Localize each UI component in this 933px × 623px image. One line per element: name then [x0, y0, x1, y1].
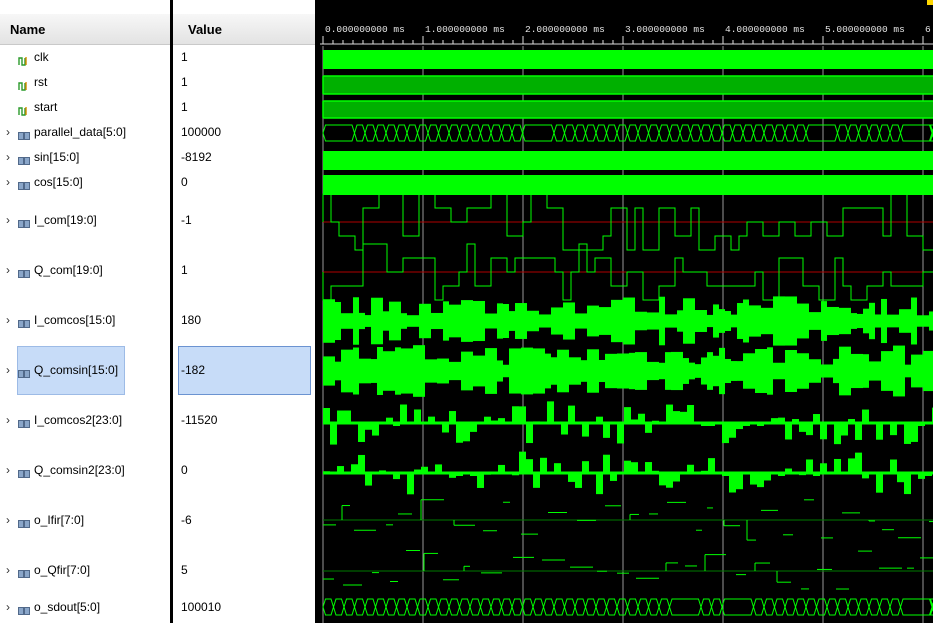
- signal-name: Q_comsin2[23:0]: [34, 463, 125, 477]
- signal-name: I_comcos[15:0]: [34, 313, 116, 327]
- signal-name: clk: [34, 50, 49, 64]
- expand-chevron-icon[interactable]: ›: [4, 147, 12, 167]
- time-ruler-label: 2.000000000 ms: [525, 24, 605, 35]
- signal-row-o-sdout-5-0[interactable]: › o_sdout[5:0]: [0, 597, 170, 617]
- bus-signal-icon: [18, 265, 30, 278]
- signal-row-rst[interactable]: rst: [0, 72, 170, 92]
- signal-name: sin[15:0]: [34, 150, 80, 164]
- signal-value-i-comcos2-23-0: -11520: [181, 413, 218, 427]
- signal-name: I_com[19:0]: [34, 213, 97, 227]
- signal-value-o-ifir-7-0: -6: [181, 513, 192, 527]
- signal-value-clk: 1: [181, 50, 188, 64]
- signal-name: I_comcos2[23:0]: [34, 413, 123, 427]
- expand-chevron-icon[interactable]: ›: [4, 122, 12, 142]
- signal-row-start[interactable]: start: [0, 97, 170, 117]
- signal-row-clk[interactable]: clk: [0, 47, 170, 67]
- expand-chevron-icon[interactable]: ›: [4, 597, 12, 617]
- time-ruler-label: 4.000000000 ms: [725, 24, 805, 35]
- bit-signal-icon: [18, 102, 30, 116]
- time-ruler-label: 5.000000000 ms: [825, 24, 905, 35]
- signal-value-sin-15-0: -8192: [181, 150, 212, 164]
- signal-row-cos-15-0[interactable]: › cos[15:0]: [0, 172, 170, 192]
- signal-value-q-com-19-0: 1: [181, 263, 188, 277]
- expand-chevron-icon[interactable]: ›: [4, 172, 12, 192]
- signal-value-start: 1: [181, 100, 188, 114]
- signal-value-cos-15-0: 0: [181, 175, 188, 189]
- signal-value-i-comcos-15-0: 180: [181, 313, 202, 327]
- expand-chevron-icon[interactable]: ›: [4, 410, 12, 430]
- signal-name: o_Ifir[7:0]: [34, 513, 85, 527]
- signal-value-parallel-data-5-0: 100000: [181, 125, 222, 139]
- signal-value-q-comsin-15-0: -182: [181, 363, 206, 377]
- bit-signal-icon: [18, 52, 30, 66]
- signal-row-q-comsin-15-0[interactable]: › Q_comsin[15:0]: [0, 360, 170, 380]
- time-ruler-label: 3.000000000 ms: [625, 24, 705, 35]
- signal-row-o-ifir-7-0[interactable]: › o_Ifir[7:0]: [0, 510, 170, 530]
- signal-row-parallel-data-5-0[interactable]: › parallel_data[5:0]: [0, 122, 170, 142]
- signal-name: Q_comsin[15:0]: [34, 363, 119, 377]
- value-column-header[interactable]: Value: [173, 14, 315, 45]
- expand-chevron-icon[interactable]: ›: [4, 310, 12, 330]
- time-ruler-label: 0.000000000 ms: [325, 24, 405, 35]
- signal-value-rst: 1: [181, 75, 188, 89]
- time-ruler-label: 6.: [925, 24, 933, 35]
- expand-chevron-icon[interactable]: ›: [4, 210, 12, 230]
- signal-row-i-comcos-15-0[interactable]: › I_comcos[15:0]: [0, 310, 170, 330]
- signal-row-q-comsin2-23-0[interactable]: › Q_comsin2[23:0]: [0, 460, 170, 480]
- signal-row-o-qfir-7-0[interactable]: › o_Qfir[7:0]: [0, 560, 170, 580]
- bus-signal-icon: [18, 365, 30, 378]
- waveform-traces: [322, 50, 933, 616]
- signal-row-i-com-19-0[interactable]: › I_com[19:0]: [0, 210, 170, 230]
- bus-signal-icon: [18, 315, 30, 328]
- bus-signal-icon: [18, 602, 30, 615]
- bus-signal-icon: [18, 215, 30, 228]
- signal-name: o_Qfir[7:0]: [34, 563, 91, 577]
- name-column-header[interactable]: Name: [0, 14, 170, 45]
- bus-signal-icon: [18, 415, 30, 428]
- bus-signal-icon: [18, 465, 30, 478]
- expand-chevron-icon[interactable]: ›: [4, 460, 12, 480]
- signal-name: cos[15:0]: [34, 175, 83, 189]
- expand-chevron-icon[interactable]: ›: [4, 360, 12, 380]
- signal-value-o-sdout-5-0: 100010: [181, 600, 222, 614]
- signal-name: rst: [34, 75, 48, 89]
- waveform-canvas[interactable]: 0.000000000 ms 1.000000000 ms 2.000000000 …: [320, 0, 933, 623]
- signal-row-q-com-19-0[interactable]: › Q_com[19:0]: [0, 260, 170, 280]
- signal-name: o_sdout[5:0]: [34, 600, 101, 614]
- cursor-marker[interactable]: [927, 0, 933, 5]
- bus-signal-icon: [18, 177, 30, 190]
- signal-value-i-com-19-0: -1: [181, 213, 192, 227]
- signal-name: parallel_data[5:0]: [34, 125, 127, 139]
- expand-chevron-icon[interactable]: ›: [4, 510, 12, 530]
- signal-name: start: [34, 100, 58, 114]
- time-ruler-label: 1.000000000 ms: [425, 24, 505, 35]
- signal-row-sin-15-0[interactable]: › sin[15:0]: [0, 147, 170, 167]
- bus-signal-icon: [18, 515, 30, 528]
- expand-chevron-icon[interactable]: ›: [4, 260, 12, 280]
- bus-signal-icon: [18, 565, 30, 578]
- signal-value-q-comsin2-23-0: 0: [181, 463, 188, 477]
- bit-signal-icon: [18, 77, 30, 91]
- signal-row-i-comcos2-23-0[interactable]: › I_comcos2[23:0]: [0, 410, 170, 430]
- expand-chevron-icon[interactable]: ›: [4, 560, 12, 580]
- name-panel: Name clk rst start › parallel_data[5:0] › sin[…: [0, 0, 170, 623]
- signal-name: Q_com[19:0]: [34, 263, 103, 277]
- signal-value-o-qfir-7-0: 5: [181, 563, 188, 577]
- time-ruler: 0.000000000 ms 1.000000000 ms 2.000000000 …: [320, 0, 933, 46]
- bus-signal-icon: [18, 127, 30, 140]
- bus-signal-icon: [18, 152, 30, 165]
